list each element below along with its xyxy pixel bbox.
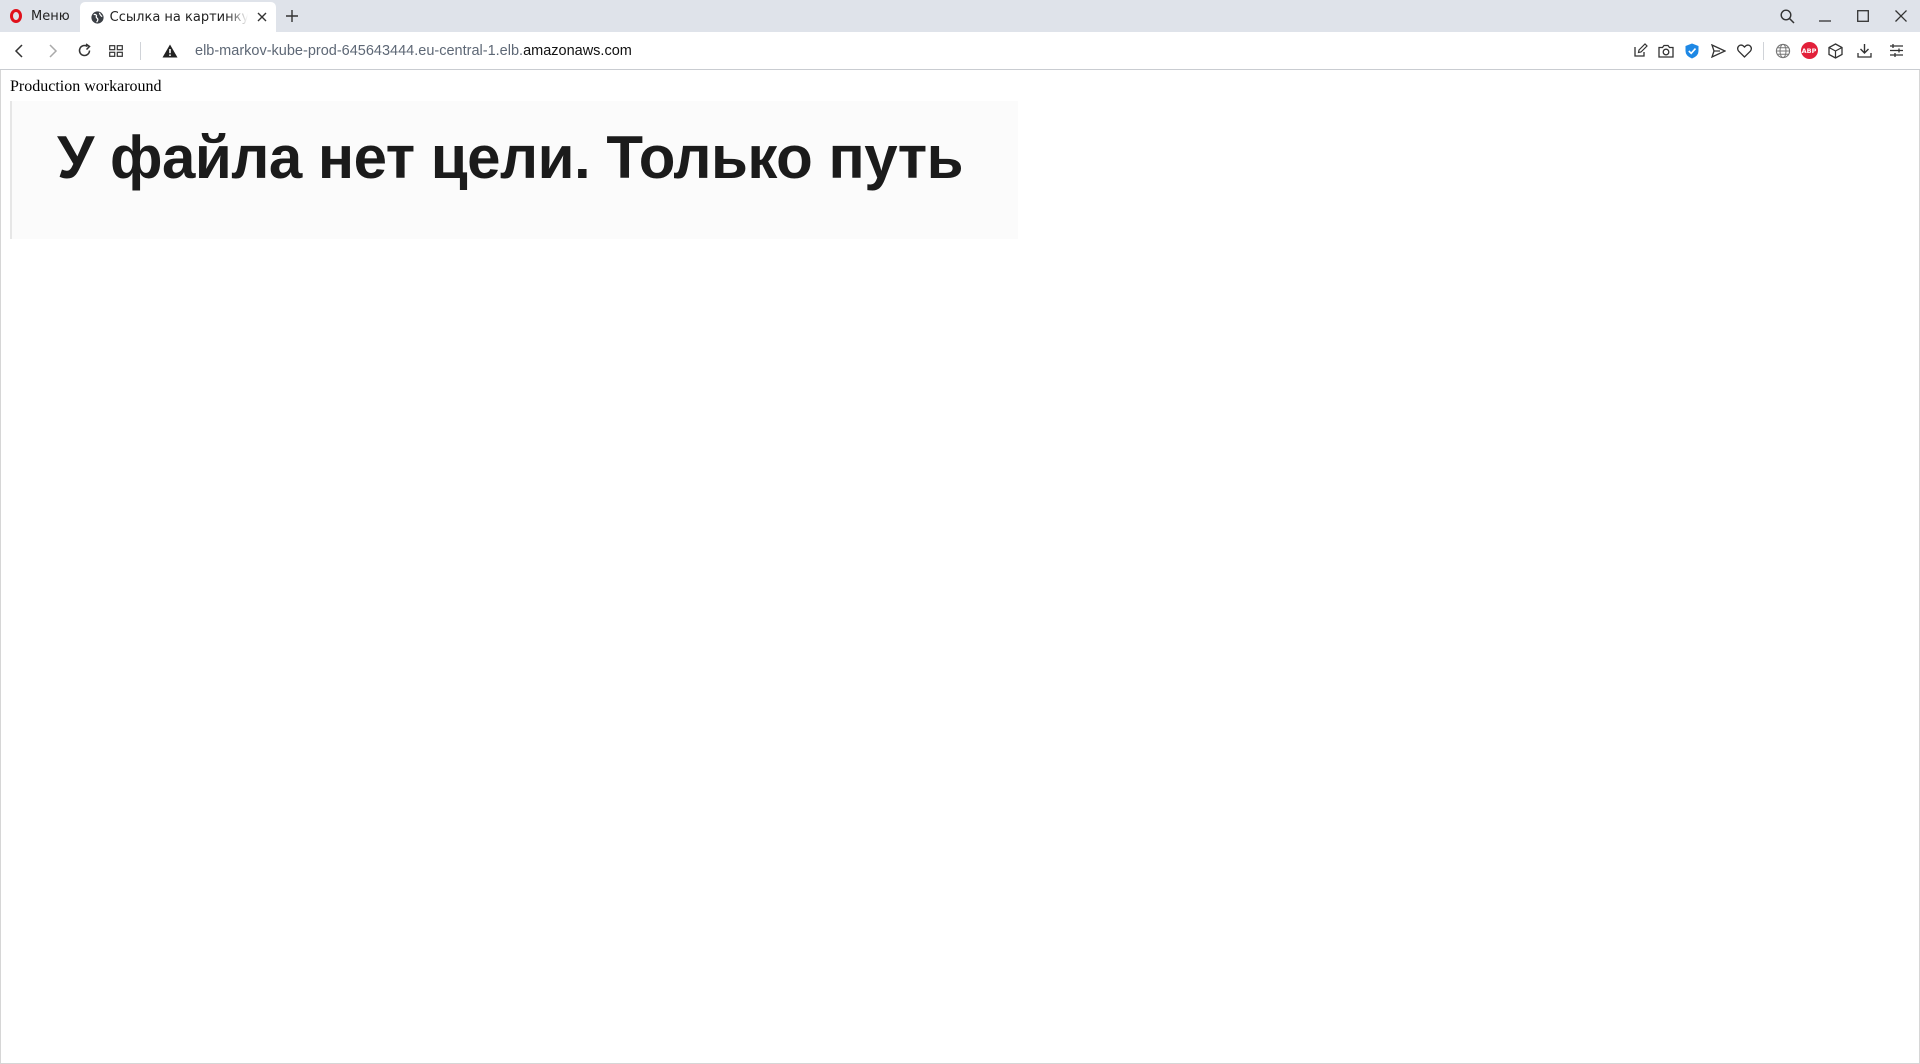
menu-label: Меню [31, 8, 70, 24]
back-arrow-icon [14, 43, 23, 58]
close-icon [1895, 10, 1907, 22]
tab-close-icon[interactable] [254, 9, 270, 25]
edit-share-icon [1633, 43, 1648, 57]
cube-icon [1827, 42, 1843, 59]
address-toolbar: elb-markov-kube-prod-645643444.eu-centra… [0, 32, 1920, 70]
url-text[interactable]: elb-markov-kube-prod-645643444.eu-centra… [195, 43, 632, 59]
reload-button[interactable] [68, 35, 100, 67]
snapshot-button[interactable] [1653, 35, 1679, 67]
opera-logo-icon [10, 9, 22, 23]
toolbar-divider [1763, 41, 1764, 60]
url-domain: amazonaws.com [523, 42, 632, 59]
tab-active[interactable]: Ссылка на картинку для [79, 2, 276, 32]
extensions-button[interactable] [1822, 35, 1848, 67]
opera-menu-button[interactable]: Меню [0, 0, 80, 32]
meme-image: У файла нет цели. Только путь [10, 101, 1018, 239]
url-subdomain: elb-markov-kube-prod-645643444.eu-centra… [195, 42, 524, 59]
vpn-button[interactable] [1679, 35, 1705, 67]
forward-button[interactable] [36, 35, 68, 67]
camera-icon [1658, 44, 1674, 58]
translate-button[interactable] [1770, 35, 1796, 67]
tab-title: Ссылка на картинку для [109, 9, 248, 25]
download-icon [1856, 44, 1872, 58]
share-button[interactable] [1627, 35, 1653, 67]
toolbar-extensions: ABP [1627, 35, 1912, 67]
site-info-button[interactable] [157, 35, 183, 67]
browser-window: Меню Ссылка на картинку для [0, 0, 1920, 1064]
search-tabs-button[interactable] [1768, 0, 1806, 32]
plus-icon [285, 10, 298, 22]
maximize-icon [1857, 10, 1869, 22]
speed-dial-button[interactable] [100, 35, 132, 67]
send-button[interactable] [1705, 35, 1731, 67]
minimize-icon [1819, 20, 1831, 22]
page-text: Production workaround [10, 78, 162, 95]
tab-bar: Меню Ссылка на картинку для [0, 0, 1920, 32]
warning-icon [162, 44, 178, 57]
meme-image-caption: У файла нет цели. Только путь [57, 124, 964, 191]
toolbar-divider [140, 41, 141, 60]
page-viewport: Production workaround У файла нет цели. … [0, 70, 1920, 1064]
easy-setup-button[interactable] [1880, 35, 1912, 67]
heart-icon [1736, 43, 1752, 58]
adblock-icon: ABP [1800, 42, 1818, 59]
minimize-button[interactable] [1806, 0, 1844, 32]
shield-check-icon [1685, 43, 1699, 58]
close-window-button[interactable] [1882, 0, 1920, 32]
downloads-button[interactable] [1848, 35, 1880, 67]
search-icon [1779, 8, 1795, 24]
bookmark-button[interactable] [1731, 35, 1757, 67]
grid-icon [109, 44, 123, 57]
address-bar[interactable]: elb-markov-kube-prod-645643444.eu-centra… [149, 35, 1627, 67]
forward-arrow-icon [49, 43, 58, 58]
globe-icon [91, 10, 104, 24]
reload-icon [78, 43, 91, 57]
maximize-button[interactable] [1844, 0, 1882, 32]
send-icon [1710, 43, 1726, 58]
globe-grid-icon [1775, 43, 1791, 58]
settings-lines-icon [1889, 44, 1903, 57]
back-button[interactable] [4, 35, 36, 67]
new-tab-button[interactable] [276, 0, 308, 32]
window-controls [1768, 0, 1920, 32]
adblock-button[interactable]: ABP [1796, 35, 1822, 67]
